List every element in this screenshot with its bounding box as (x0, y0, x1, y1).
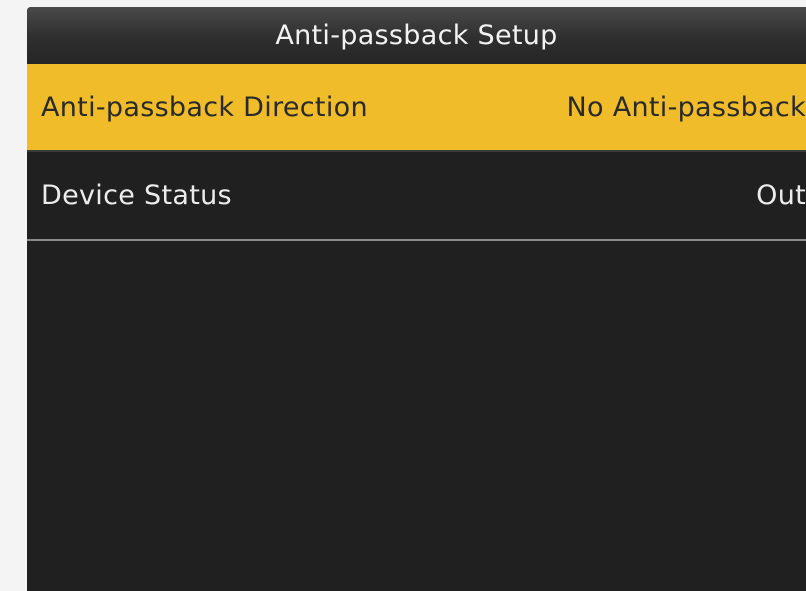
menu-item-value: Out (756, 179, 806, 211)
empty-list-area (27, 241, 806, 591)
menu-item-label: Device Status (41, 179, 232, 211)
menu-item-value: No Anti-passback (566, 91, 806, 123)
title-bar: Anti-passback Setup (27, 7, 806, 64)
menu-item-anti-passback-direction[interactable]: Anti-passback Direction No Anti-passback (27, 64, 806, 150)
page-title: Anti-passback Setup (275, 20, 558, 51)
device-screen: Anti-passback Setup Anti-passback Direct… (27, 7, 806, 591)
menu-item-device-status[interactable]: Device Status Out (27, 152, 806, 238)
menu-item-label: Anti-passback Direction (41, 91, 368, 123)
